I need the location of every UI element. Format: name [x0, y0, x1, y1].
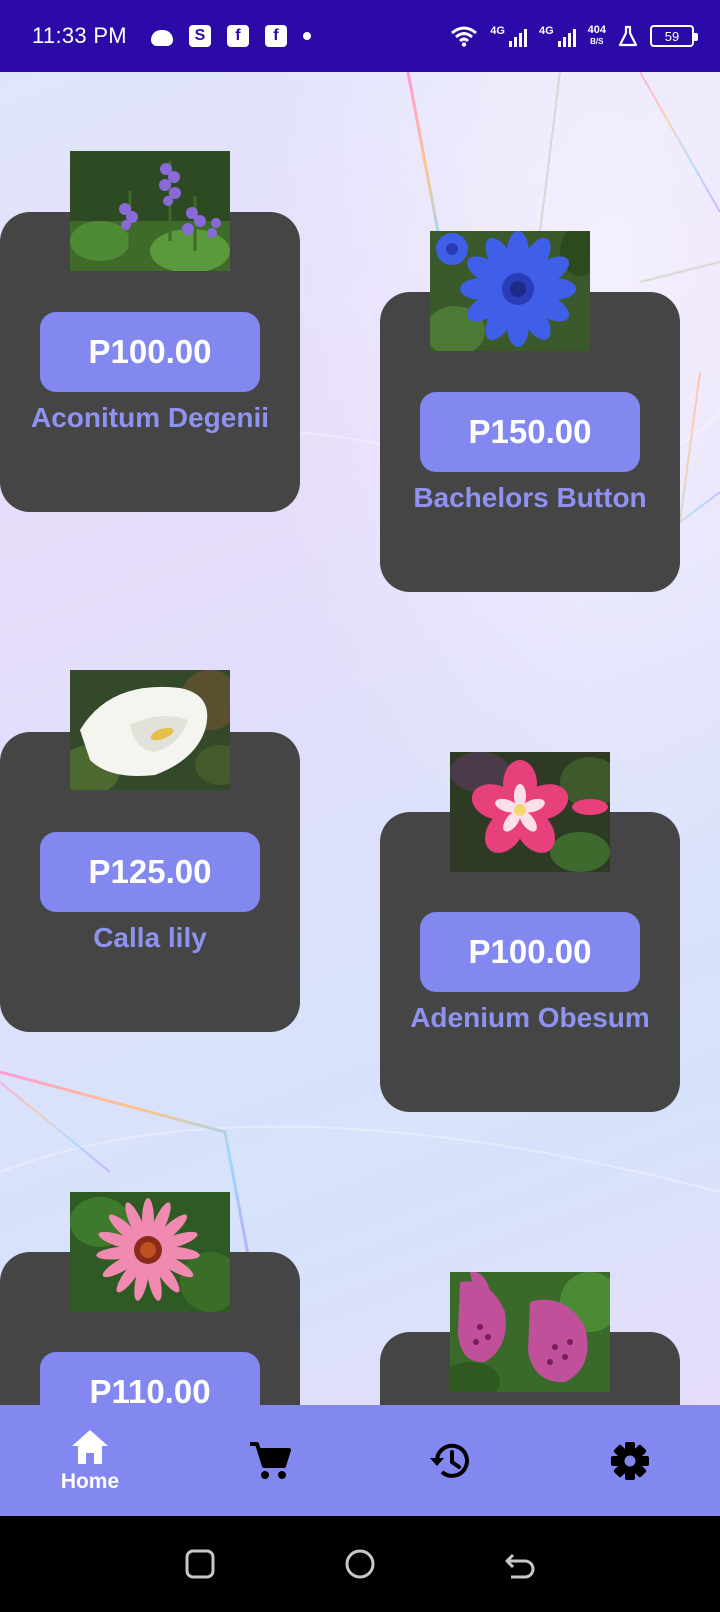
system-navigation-bar	[0, 1516, 720, 1612]
product-image[interactable]	[450, 752, 610, 872]
product-image[interactable]	[70, 151, 230, 271]
nav-cart[interactable]	[180, 1405, 360, 1516]
cart-icon	[250, 1441, 291, 1479]
settings-icon	[611, 1441, 649, 1480]
home-icon	[72, 1429, 108, 1464]
product-image[interactable]	[70, 1192, 230, 1312]
wifi-icon	[451, 26, 478, 47]
status-bar: 11:33 PM S f f 4G 4G 404 B/S 59	[0, 0, 720, 72]
price-button[interactable]: P100.00	[420, 912, 640, 992]
bottom-navigation: Home	[0, 1405, 720, 1516]
product-name: Calla lily	[93, 922, 207, 953]
product-image[interactable]	[430, 231, 590, 351]
facebook-icon: f	[226, 25, 249, 47]
battery-indicator: 59	[650, 25, 698, 47]
shopping-bag-icon: S	[188, 25, 211, 47]
home-button[interactable]	[343, 1547, 377, 1581]
facebook-icon: f	[264, 25, 287, 47]
product-name: Adenium Obesum	[410, 1002, 650, 1033]
nav-settings[interactable]	[540, 1405, 720, 1516]
recent-apps-button[interactable]	[183, 1547, 217, 1581]
signal-strength-icon: 4G	[539, 25, 576, 47]
more-notifications-dot	[302, 32, 311, 40]
flask-icon	[618, 25, 638, 47]
product-name: Bachelors Button	[413, 482, 647, 513]
signal-strength-icon: 4G	[490, 25, 527, 47]
price-button[interactable]: P110.00	[40, 1352, 260, 1405]
history-icon	[430, 1443, 469, 1478]
product-image[interactable]	[450, 1272, 610, 1392]
product-grid[interactable]: P100.00 Aconitum Degenii P150.00 Bachelo…	[0, 72, 720, 1405]
nav-home[interactable]: Home	[0, 1405, 180, 1516]
price-button[interactable]: P100.00	[40, 312, 260, 392]
network-speed: 404 B/S	[587, 24, 606, 47]
nav-home-label: Home	[60, 1469, 120, 1493]
clock: 11:33 PM	[32, 23, 127, 48]
back-button[interactable]	[503, 1547, 537, 1581]
product-image[interactable]	[70, 670, 230, 790]
game-controller-icon	[150, 30, 173, 46]
price-button[interactable]: P125.00	[40, 832, 260, 912]
nav-history[interactable]	[360, 1405, 540, 1516]
product-name: Aconitum Degenii	[30, 402, 269, 433]
price-button[interactable]: P150.00	[420, 392, 640, 472]
